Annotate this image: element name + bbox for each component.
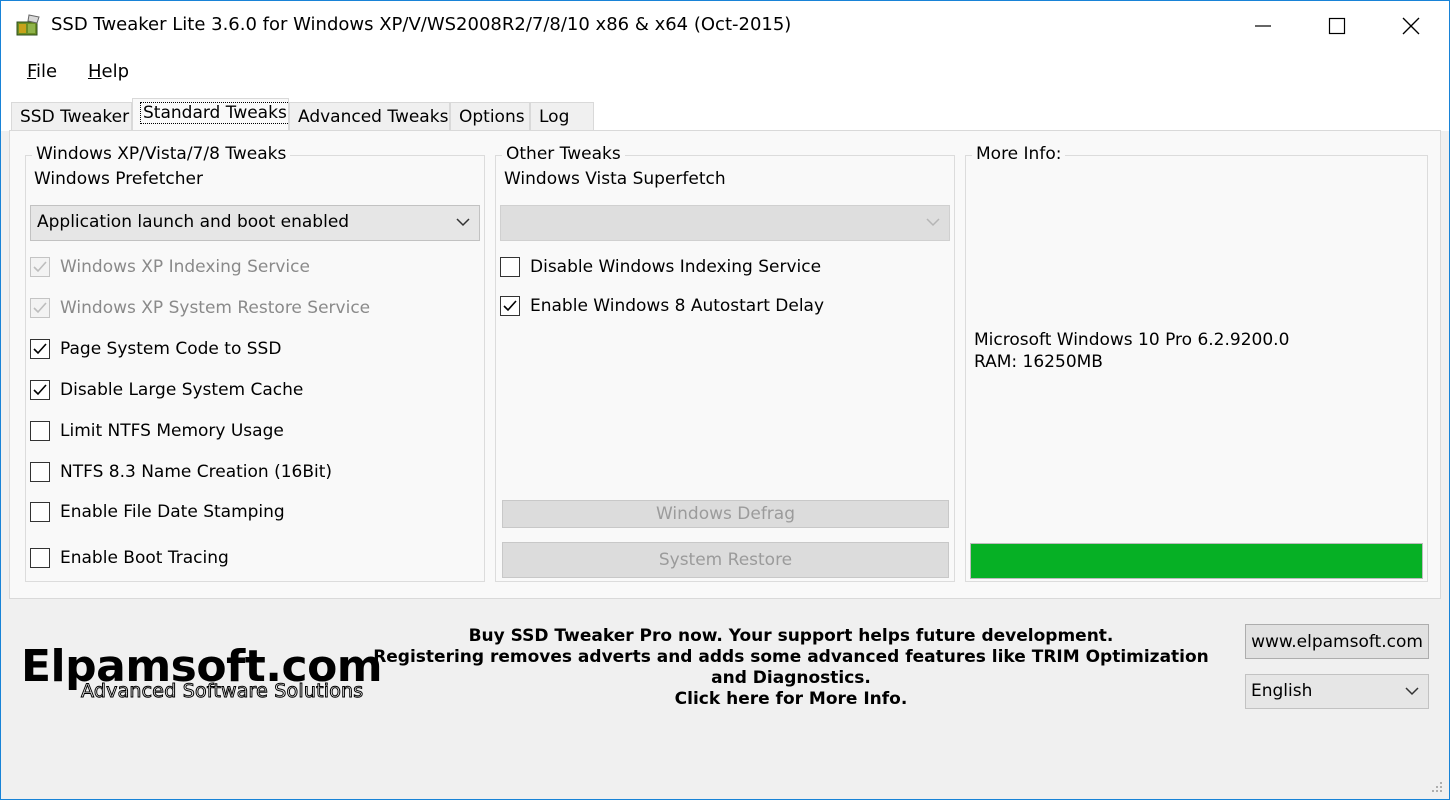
resize-grip-icon[interactable] xyxy=(1429,779,1443,793)
checkbox-label: Enable Boot Tracing xyxy=(60,548,229,568)
boot-tracing-checkbox[interactable]: Enable Boot Tracing xyxy=(30,548,229,568)
language-dropdown[interactable]: English xyxy=(1245,674,1429,709)
progress-bar xyxy=(970,543,1423,579)
checkbox-box xyxy=(30,462,50,482)
website-button[interactable]: www.elpamsoft.com xyxy=(1245,624,1429,659)
progress-fill xyxy=(971,544,1422,578)
other-tweaks-group: Other Tweaks Windows Vista Superfetch Di… xyxy=(495,144,955,582)
xp-system-restore-checkbox[interactable]: Windows XP System Restore Service xyxy=(30,298,370,318)
ntfs-83-name-checkbox[interactable]: NTFS 8.3 Name Creation (16Bit) xyxy=(30,462,332,482)
checkbox-label: Disable Windows Indexing Service xyxy=(530,257,822,277)
checkbox-label: Enable Windows 8 Autostart Delay xyxy=(530,296,825,316)
checkbox-box xyxy=(30,421,50,441)
ram-info-text: RAM: 16250MB xyxy=(974,352,1103,372)
minimize-icon xyxy=(1255,25,1271,27)
minimize-button[interactable] xyxy=(1226,1,1300,51)
checkbox-label: NTFS 8.3 Name Creation (16Bit) xyxy=(60,462,333,482)
checkbox-box xyxy=(500,296,520,316)
checkmark-icon xyxy=(503,300,517,312)
language-value: English xyxy=(1251,681,1313,701)
app-window: SSD Tweaker Lite 3.6.0 for Windows XP/V/… xyxy=(0,0,1450,800)
win8-autostart-delay-checkbox[interactable]: Enable Windows 8 Autostart Delay xyxy=(500,296,824,316)
checkbox-box xyxy=(30,380,50,400)
superfetch-dropdown[interactable] xyxy=(500,205,950,241)
prefetcher-value: Application launch and boot enabled xyxy=(37,212,350,232)
system-restore-button[interactable]: System Restore xyxy=(502,542,949,578)
menu-help-label: elp xyxy=(101,61,130,82)
chevron-down-icon xyxy=(926,218,940,227)
limit-ntfs-memory-checkbox[interactable]: Limit NTFS Memory Usage xyxy=(30,421,284,441)
maximize-icon xyxy=(1328,17,1346,35)
os-info-text: Microsoft Windows 10 Pro 6.2.9200.0 xyxy=(974,330,1290,350)
menu-bar: File Help xyxy=(1,51,1449,95)
superfetch-label: Windows Vista Superfetch xyxy=(504,169,726,189)
checkbox-box xyxy=(500,257,520,277)
disable-windows-indexing-checkbox[interactable]: Disable Windows Indexing Service xyxy=(500,257,821,277)
checkbox-box xyxy=(30,298,50,318)
checkmark-icon xyxy=(33,302,47,314)
tab-log[interactable]: Log xyxy=(530,102,594,132)
tab-options[interactable]: Options xyxy=(450,102,530,132)
checkbox-box xyxy=(30,502,50,522)
tab-label: Log xyxy=(539,107,570,127)
title-bar[interactable]: SSD Tweaker Lite 3.6.0 for Windows XP/V/… xyxy=(1,1,1449,51)
windows-defrag-button[interactable]: Windows Defrag xyxy=(502,500,949,528)
chevron-down-icon xyxy=(1405,687,1419,696)
logo-tagline: Advanced Software Solutions xyxy=(80,680,364,703)
more-info-group: More Info: Microsoft Windows 10 Pro 6.2.… xyxy=(965,144,1428,582)
checkbox-box xyxy=(30,257,50,277)
chevron-down-icon xyxy=(456,218,470,227)
tab-label: Advanced Tweaks xyxy=(298,107,449,127)
checkbox-label: Disable Large System Cache xyxy=(60,380,304,400)
windows-tweaks-group: Windows XP/Vista/7/8 Tweaks Windows Pref… xyxy=(25,144,485,582)
group-title: Other Tweaks xyxy=(502,144,625,164)
xp-indexing-checkbox[interactable]: Windows XP Indexing Service xyxy=(30,257,310,277)
prefetcher-label: Windows Prefetcher xyxy=(34,169,203,189)
promo-line-2: Registering removes adverts and adds som… xyxy=(373,647,1209,688)
promo-line-3: Click here for More Info. xyxy=(674,689,908,709)
checkbox-label: Windows XP Indexing Service xyxy=(60,257,310,277)
group-title: More Info: xyxy=(972,144,1066,164)
checkmark-icon xyxy=(33,384,47,396)
checkbox-box xyxy=(30,548,50,568)
promo-text[interactable]: Buy SSD Tweaker Pro now. Your support he… xyxy=(361,626,1221,710)
file-date-stamping-checkbox[interactable]: Enable File Date Stamping xyxy=(30,502,285,522)
tab-panel-standard-tweaks: Windows XP/Vista/7/8 Tweaks Windows Pref… xyxy=(9,130,1441,599)
close-icon xyxy=(1402,17,1420,35)
menu-file[interactable]: File xyxy=(27,61,57,82)
checkbox-label: Windows XP System Restore Service xyxy=(60,298,371,318)
ssd-app-icon xyxy=(16,14,40,36)
checkbox-label: Limit NTFS Memory Usage xyxy=(60,421,284,441)
group-title: Windows XP/Vista/7/8 Tweaks xyxy=(32,144,291,164)
checkmark-icon xyxy=(33,343,47,355)
promo-line-1: Buy SSD Tweaker Pro now. Your support he… xyxy=(468,626,1114,646)
tab-label: Standard Tweaks xyxy=(140,102,290,124)
checkmark-icon xyxy=(33,261,47,273)
menu-file-hotkey: F xyxy=(27,61,37,82)
menu-file-label: ile xyxy=(36,61,58,82)
checkbox-label: Enable File Date Stamping xyxy=(60,502,285,522)
maximize-button[interactable] xyxy=(1300,1,1374,51)
tab-label: SSD Tweaker xyxy=(20,107,130,127)
menu-help[interactable]: Help xyxy=(88,61,129,82)
prefetcher-dropdown[interactable]: Application launch and boot enabled xyxy=(30,205,480,241)
tab-standard-tweaks[interactable]: Standard Tweaks xyxy=(132,98,290,132)
window-title: SSD Tweaker Lite 3.6.0 for Windows XP/V/… xyxy=(51,14,792,35)
tab-advanced-tweaks[interactable]: Advanced Tweaks xyxy=(289,102,450,132)
tab-ssd-tweaker[interactable]: SSD Tweaker xyxy=(11,102,132,132)
tab-label: Options xyxy=(459,107,525,127)
tab-strip: SSD Tweaker Standard Tweaks Advanced Twe… xyxy=(1,95,1449,132)
page-system-code-checkbox[interactable]: Page System Code to SSD xyxy=(30,339,281,359)
disable-large-cache-checkbox[interactable]: Disable Large System Cache xyxy=(30,380,303,400)
checkbox-label: Page System Code to SSD xyxy=(60,339,282,359)
menu-help-hotkey: H xyxy=(88,61,102,82)
close-button[interactable] xyxy=(1374,1,1448,51)
checkbox-box xyxy=(30,339,50,359)
